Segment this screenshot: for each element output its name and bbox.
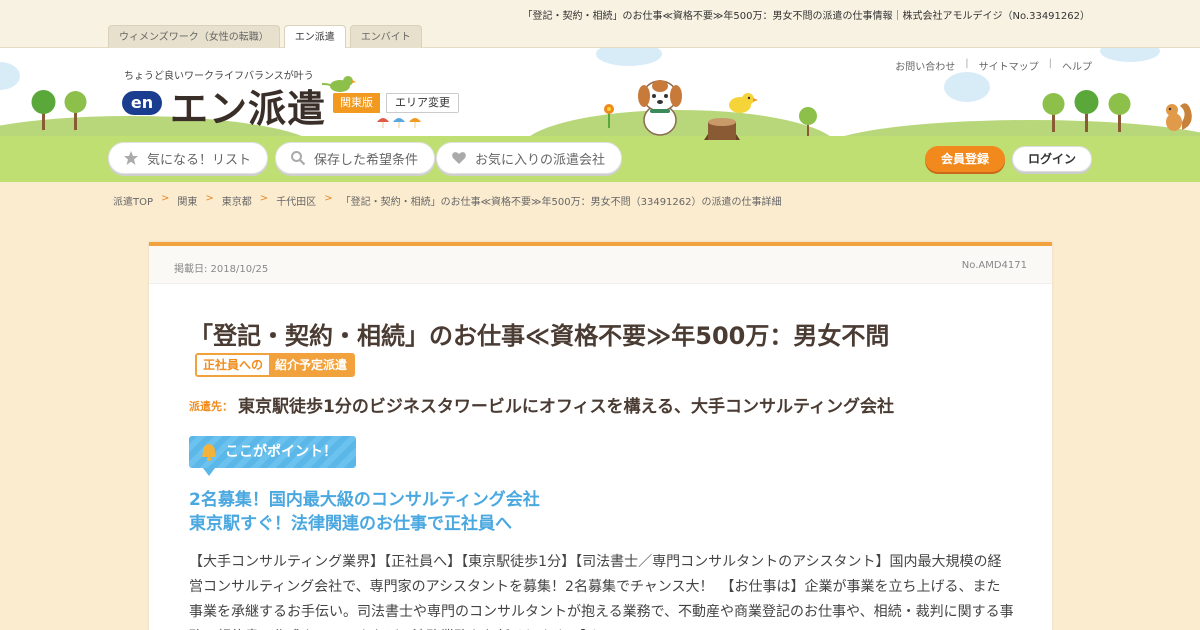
stump-icon	[704, 118, 740, 140]
tab-womens-work[interactable]: ウィメンズワーク（女性の転職）	[108, 25, 280, 48]
login-button[interactable]: ログイン	[1012, 146, 1092, 172]
region-label: 関東版	[333, 93, 380, 113]
star-icon	[124, 151, 138, 165]
sitemap-link[interactable]: サイトマップ	[979, 58, 1039, 73]
destination-description: 東京駅徒歩1分のビジネスタワービルにオフィスを構える、大手コンサルティング会社	[238, 397, 894, 417]
register-button[interactable]: 会員登録	[925, 146, 1005, 172]
breadcrumb-separator: >	[161, 193, 170, 204]
help-link[interactable]: ヘルプ	[1062, 58, 1092, 73]
saved-conditions-label: 保存した希望条件	[314, 152, 419, 168]
breadcrumb-separator: >	[324, 193, 333, 204]
saved-conditions-button[interactable]: 保存した希望条件	[275, 142, 436, 174]
favorites-list-label: 気になる！リスト	[147, 152, 252, 168]
cloud-decoration	[944, 72, 990, 102]
breadcrumb-separator: >	[205, 193, 214, 204]
tab-en-haken[interactable]: エン派遣	[283, 25, 346, 49]
tab-en-baito[interactable]: エンバイト	[349, 25, 422, 48]
flower-icon	[604, 104, 614, 128]
cloud-decoration	[596, 48, 662, 66]
mushroom-icon	[377, 118, 421, 128]
bird-icon	[729, 93, 758, 113]
bird-icon	[322, 76, 356, 92]
destination-label: 派遣先：	[189, 400, 233, 413]
separator: |	[1048, 58, 1052, 69]
favorite-companies-button[interactable]: お気に入りの派遣会社	[436, 142, 623, 174]
badge-right: 紹介予定派遣	[269, 355, 354, 375]
breadcrumb-item[interactable]: 関東	[177, 193, 197, 208]
tree-icon	[799, 107, 817, 136]
top-bar: 「登記・契約・相続」のお仕事≪資格不要≫年500万：男女不問の派遣の仕事情報｜株…	[0, 0, 1200, 49]
job-title: 「登記・契約・相続」のお仕事≪資格不要≫年500万：男女不問	[189, 322, 890, 350]
point-heading: ここがポイント！	[189, 436, 356, 476]
squirrel-icon	[1166, 103, 1192, 131]
breadcrumb-item[interactable]: 千代田区	[276, 193, 316, 208]
cloud-decoration	[0, 62, 20, 90]
utility-links: お問い合わせ | サイトマップ | ヘルプ	[895, 58, 1092, 73]
favorites-list-button[interactable]: 気になる！リスト	[108, 142, 269, 174]
dog-icon	[638, 80, 682, 136]
badge-left: 正社員への	[197, 355, 270, 375]
cloud-decoration	[1100, 48, 1160, 62]
site-logo[interactable]: エン派遣	[170, 78, 326, 133]
site-header: ちょうど良いワークライフバランスが叶う en エン派遣 関東版 エリア変更 お問…	[0, 48, 1200, 182]
job-number: No.AMD4171	[961, 260, 1027, 271]
area-change-button[interactable]: エリア変更	[386, 93, 459, 113]
catch-copy: 2名募集！国内最大級のコンサルティング会社 東京駅すぐ！法律関連のお仕事で正社員…	[189, 488, 540, 536]
heart-icon	[452, 152, 466, 164]
search-icon	[291, 151, 306, 166]
breadcrumb-item[interactable]: 派遣TOP	[113, 193, 153, 208]
tree-icon	[1042, 90, 1131, 132]
employment-type-badge: 正社員への 紹介予定派遣	[195, 353, 356, 377]
page-heading: 「登記・契約・相続」のお仕事≪資格不要≫年500万：男女不問の派遣の仕事情報｜株…	[522, 11, 1090, 22]
separator: |	[965, 58, 969, 69]
point-heading-label: ここがポイント！	[225, 444, 337, 460]
en-logo[interactable]: en	[122, 91, 162, 115]
posted-date: 掲載日: 2018/10/25	[174, 264, 269, 275]
bell-icon	[202, 444, 216, 461]
breadcrumb: 派遣TOP > 関東 > 東京都 > 千代田区 > 「登記・契約・相続」のお仕事…	[113, 193, 782, 208]
job-detail-card: 掲載日: 2018/10/25 No.AMD4171 「登記・契約・相続」のお仕…	[149, 242, 1052, 630]
catch-line: 2名募集！国内最大級のコンサルティング会社	[189, 490, 540, 510]
breadcrumb-current: 「登記・契約・相続」のお仕事≪資格不要≫年500万：男女不問（33491262）…	[340, 197, 782, 208]
tree-icon	[31, 90, 87, 130]
favorite-companies-label: お気に入りの派遣会社	[475, 152, 606, 168]
job-description: 【大手コンサルティング業界】【正社員へ】【東京駅徒歩1分】【司法書士／専門コンサ…	[189, 554, 1014, 630]
contact-link[interactable]: お問い合わせ	[895, 58, 955, 73]
job-card-header: 掲載日: 2018/10/25 No.AMD4171	[149, 246, 1052, 284]
catch-line: 東京駅すぐ！法律関連のお仕事で正社員へ	[189, 514, 512, 534]
breadcrumb-separator: >	[259, 193, 269, 204]
site-tabs: ウィメンズワーク（女性の転職） エン派遣 エンバイト	[108, 25, 422, 49]
breadcrumb-item[interactable]: 東京都	[222, 193, 252, 208]
